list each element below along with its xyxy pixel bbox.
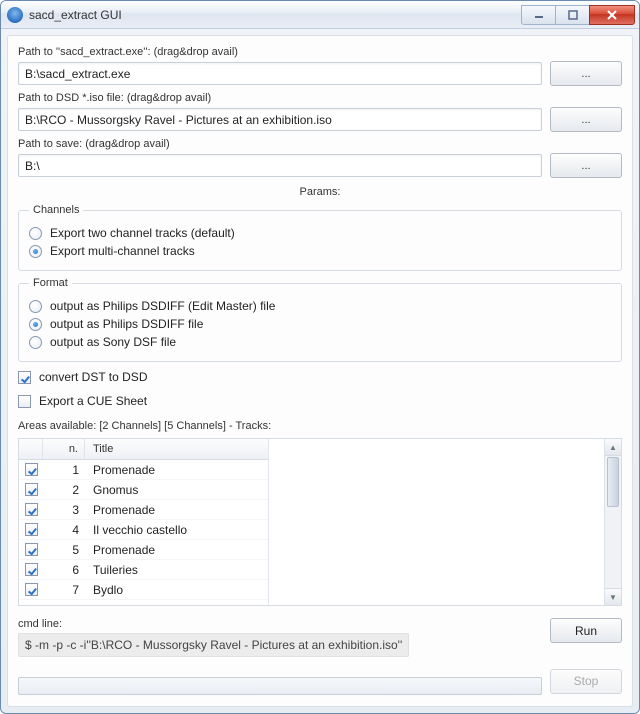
close-icon [606,9,618,21]
format-dsdiff-option[interactable]: output as Philips DSDIFF file [29,315,611,333]
cmdline-value: $ -m -p -c -i''B:\RCO - Mussorgsky Ravel… [18,633,409,657]
exe-path-section: Path to ''sacd_extract.exe'': (drag&drop… [18,46,622,86]
window-title: sacd_extract GUI [29,8,122,22]
iso-path-section: Path to DSD *.iso file: (drag&drop avail… [18,92,622,132]
format-dsf-label: output as Sony DSF file [50,335,176,349]
track-checkbox[interactable] [25,503,38,516]
checkbox-icon [18,395,31,408]
app-window: sacd_extract GUI Path to ''sacd_extract.… [0,0,640,714]
checkbox-icon [18,371,31,384]
scroll-up-button[interactable]: ▲ [605,439,621,456]
radio-icon [29,336,42,349]
radio-icon [29,318,42,331]
track-checkbox[interactable] [25,583,38,596]
cmd-section: cmd line: $ -m -p -c -i''B:\RCO - Mussor… [18,618,542,657]
track-title: Promenade [85,460,268,479]
tracks-panel: n. Title 1Promenade2Gnomus3Promenade4Il … [18,438,622,606]
maximize-icon [568,10,578,20]
table-row[interactable]: 4Il vecchio castello [19,520,268,540]
track-checkbox[interactable] [25,543,38,556]
save-browse-button[interactable]: ... [550,153,622,178]
format-dsdiff-label: output as Philips DSDIFF file [50,317,203,331]
track-number: 6 [43,560,85,579]
export-cue-option[interactable]: Export a CUE Sheet [18,392,622,410]
track-checkbox[interactable] [25,523,38,536]
params-heading: Params: [18,186,622,198]
scroll-thumb[interactable] [607,457,619,507]
export-cue-label: Export a CUE Sheet [39,394,147,408]
save-path-section: Path to save: (drag&drop avail) ... [18,138,622,178]
track-number: 7 [43,580,85,599]
track-title: Bydlo [85,580,268,599]
format-group: Format output as Philips DSDIFF (Edit Ma… [18,277,622,362]
table-row[interactable]: 7Bydlo [19,580,268,600]
content-area: Path to ''sacd_extract.exe'': (drag&drop… [7,35,633,707]
channels-legend: Channels [29,204,83,216]
track-number: 4 [43,520,85,539]
areas-label: Areas available: [2 Channels] [5 Channel… [18,420,622,432]
channels-two-option[interactable]: Export two channel tracks (default) [29,224,611,242]
run-button[interactable]: Run [550,618,622,643]
track-number: 5 [43,540,85,559]
minimize-button[interactable] [521,5,555,25]
track-number: 1 [43,460,85,479]
save-path-label: Path to save: (drag&drop avail) [18,138,622,150]
cmdline-label: cmd line: [18,618,542,630]
format-editmaster-option[interactable]: output as Philips DSDIFF (Edit Master) f… [29,297,611,315]
titlebar: sacd_extract GUI [1,1,639,29]
close-button[interactable] [589,5,635,25]
maximize-button[interactable] [555,5,589,25]
track-checkbox[interactable] [25,483,38,496]
table-row[interactable]: 6Tuileries [19,560,268,580]
convert-dst-option[interactable]: convert DST to DSD [18,368,622,386]
tracks-body: 1Promenade2Gnomus3Promenade4Il vecchio c… [19,460,268,605]
column-n[interactable]: n. [43,439,85,459]
exe-browse-button[interactable]: ... [550,61,622,86]
exe-path-input[interactable] [18,62,542,85]
channels-two-label: Export two channel tracks (default) [50,226,235,240]
column-title[interactable]: Title [85,439,268,459]
table-row[interactable]: 2Gnomus [19,480,268,500]
track-checkbox[interactable] [25,463,38,476]
channels-multi-label: Export multi-channel tracks [50,244,195,258]
track-checkbox[interactable] [25,563,38,576]
tracks-header: n. Title [19,439,268,460]
exe-path-label: Path to ''sacd_extract.exe'': (drag&drop… [18,46,622,58]
format-editmaster-label: output as Philips DSDIFF (Edit Master) f… [50,299,275,313]
radio-icon [29,245,42,258]
table-row[interactable]: 5Promenade [19,540,268,560]
track-number: 3 [43,500,85,519]
iso-path-input[interactable] [18,108,542,131]
save-path-input[interactable] [18,154,542,177]
vertical-scrollbar[interactable]: ▲ ▼ [604,439,621,605]
radio-icon [29,227,42,240]
format-dsf-option[interactable]: output as Sony DSF file [29,333,611,351]
iso-browse-button[interactable]: ... [550,107,622,132]
window-controls [521,5,635,25]
channels-group: Channels Export two channel tracks (defa… [18,204,622,271]
app-icon [7,7,23,23]
radio-icon [29,300,42,313]
track-title: Gnomus [85,480,268,499]
iso-path-label: Path to DSD *.iso file: (drag&drop avail… [18,92,622,104]
table-row[interactable]: 3Promenade [19,500,268,520]
channels-multi-option[interactable]: Export multi-channel tracks [29,242,611,260]
track-title: Tuileries [85,560,268,579]
convert-dst-label: convert DST to DSD [39,370,147,384]
track-title: Promenade [85,540,268,559]
stop-button: Stop [550,669,622,694]
minimize-icon [534,10,544,20]
track-title: Promenade [85,500,268,519]
table-row[interactable]: 1Promenade [19,460,268,480]
tracks-table: n. Title 1Promenade2Gnomus3Promenade4Il … [19,439,269,605]
track-title: Il vecchio castello [85,520,268,539]
format-legend: Format [29,277,72,289]
scroll-down-button[interactable]: ▼ [605,588,621,605]
progress-bar [18,677,542,695]
track-number: 2 [43,480,85,499]
